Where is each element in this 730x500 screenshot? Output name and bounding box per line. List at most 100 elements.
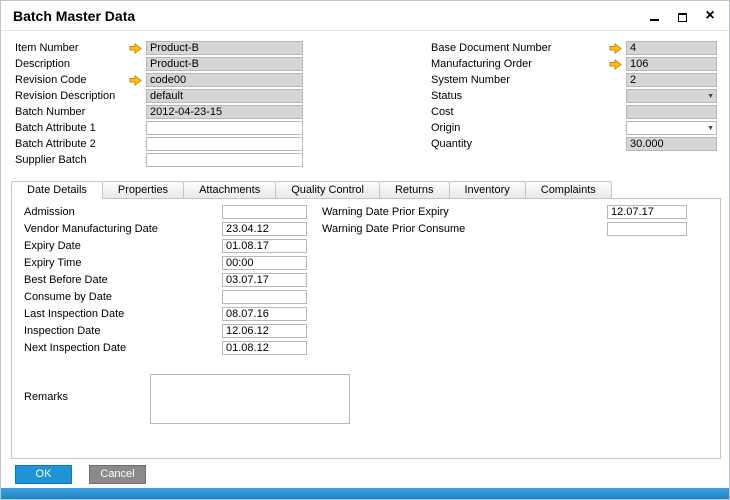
field-row: Revision Description (15, 89, 303, 103)
field-input[interactable] (222, 307, 307, 321)
field-label: Origin (431, 122, 461, 134)
field-input[interactable] (222, 341, 307, 355)
field-label: Batch Attribute 1 (15, 122, 96, 134)
field-input[interactable] (626, 41, 717, 55)
field-label: Batch Attribute 2 (15, 138, 96, 150)
field-label: Consume by Date (24, 291, 113, 303)
field-row: Admission (24, 205, 307, 219)
field-label: System Number (431, 74, 510, 86)
field-input[interactable] (146, 41, 303, 55)
field-row: Description (15, 57, 303, 71)
arrow-spacer (129, 153, 146, 167)
field-label: Quantity (431, 138, 472, 150)
remarks-textarea[interactable] (150, 374, 350, 424)
tab-quality-control[interactable]: Quality Control (276, 181, 380, 199)
field-label: Admission (24, 206, 75, 218)
cancel-button[interactable]: Cancel (89, 465, 146, 484)
link-arrow-icon[interactable] (609, 57, 626, 71)
arrow-spacer (129, 57, 146, 71)
field-input[interactable] (146, 137, 303, 151)
field-input[interactable] (222, 290, 307, 304)
field-input[interactable] (146, 121, 303, 135)
field-row: Warning Date Prior Consume (322, 222, 687, 236)
arrow-spacer (609, 89, 626, 103)
field-row: Origin ▼ (431, 121, 717, 135)
field-input[interactable] (222, 205, 307, 219)
title-bar: Batch Master Data × (1, 1, 729, 31)
chevron-down-icon[interactable]: ▼ (707, 125, 714, 133)
field-label: Inspection Date (24, 325, 101, 337)
arrow-spacer (129, 137, 146, 151)
field-row: Manufacturing Order (431, 57, 717, 71)
maximize-button[interactable] (675, 9, 689, 23)
field-row: Revision Code (15, 73, 303, 87)
field-row: Next Inspection Date (24, 341, 307, 355)
arrow-spacer (609, 73, 626, 87)
field-label: Best Before Date (24, 274, 108, 286)
field-input[interactable] (146, 89, 303, 103)
minimize-button[interactable] (647, 9, 661, 23)
window-title: Batch Master Data (13, 8, 136, 24)
field-label: Cost (431, 106, 454, 118)
arrow-spacer (129, 105, 146, 119)
date-details-right-fields: Warning Date Prior Expiry Warning Date Pr… (322, 205, 687, 239)
field-label: Next Inspection Date (24, 342, 127, 354)
field-row: Quantity (431, 137, 717, 151)
field-input[interactable] (222, 239, 307, 253)
field-input[interactable] (626, 137, 717, 151)
dropdown-field[interactable]: ▼ (626, 89, 717, 103)
field-label: Warning Date Prior Consume (322, 223, 466, 235)
ok-button[interactable]: OK (15, 465, 72, 484)
field-label: Batch Number (15, 106, 86, 118)
link-arrow-icon[interactable] (129, 41, 146, 55)
field-input[interactable] (146, 105, 303, 119)
field-label: Description (15, 58, 71, 70)
tab-inventory[interactable]: Inventory (449, 181, 526, 199)
field-row: Last Inspection Date (24, 307, 307, 321)
chevron-down-icon[interactable]: ▼ (707, 93, 714, 101)
field-row: Expiry Time (24, 256, 307, 270)
field-input[interactable] (626, 73, 717, 87)
field-label: Revision Code (15, 74, 87, 86)
date-details-left-fields: Admission Vendor Manufacturing Date Expiry… (24, 205, 307, 358)
dropdown-field[interactable]: ▼ (626, 121, 717, 135)
field-row: Status ▼ (431, 89, 717, 103)
arrow-spacer (609, 105, 626, 119)
field-input[interactable] (222, 324, 307, 338)
field-input[interactable] (146, 153, 303, 167)
tab-complaints[interactable]: Complaints (525, 181, 612, 199)
field-input[interactable] (607, 222, 687, 236)
minimize-icon (649, 19, 659, 21)
field-input[interactable] (146, 73, 303, 87)
field-label: Supplier Batch (15, 154, 87, 166)
tab-date-details[interactable]: Date Details (11, 181, 103, 199)
field-row: Cost (431, 105, 717, 119)
field-input[interactable] (222, 273, 307, 287)
field-input[interactable] (626, 57, 717, 71)
tab-bar: Date Details Properties Attachments Quality… (11, 181, 612, 199)
field-label: Manufacturing Order (431, 58, 532, 70)
field-input[interactable] (626, 105, 717, 119)
field-label: Last Inspection Date (24, 308, 125, 320)
field-row: Item Number (15, 41, 303, 55)
field-input[interactable] (607, 205, 687, 219)
field-input[interactable] (222, 256, 307, 270)
batch-master-data-window: Batch Master Data × Item Number Descripti… (0, 0, 730, 500)
field-row: Vendor Manufacturing Date (24, 222, 307, 236)
field-label: Base Document Number (431, 42, 552, 54)
field-input[interactable] (222, 222, 307, 236)
field-row: Base Document Number (431, 41, 717, 55)
link-arrow-icon[interactable] (129, 73, 146, 87)
tab-attachments[interactable]: Attachments (184, 181, 277, 199)
header-left-fields: Item Number Description Revision Code Revis… (15, 41, 303, 169)
field-label: Vendor Manufacturing Date (24, 223, 158, 235)
field-input[interactable] (146, 57, 303, 71)
field-label: Revision Description (15, 90, 116, 102)
field-row: Best Before Date (24, 273, 307, 287)
field-label: Expiry Time (24, 257, 82, 269)
close-button[interactable]: × (703, 8, 717, 24)
link-arrow-icon[interactable] (609, 41, 626, 55)
tab-properties[interactable]: Properties (102, 181, 185, 199)
tab-returns[interactable]: Returns (379, 181, 450, 199)
field-row: Inspection Date (24, 324, 307, 338)
